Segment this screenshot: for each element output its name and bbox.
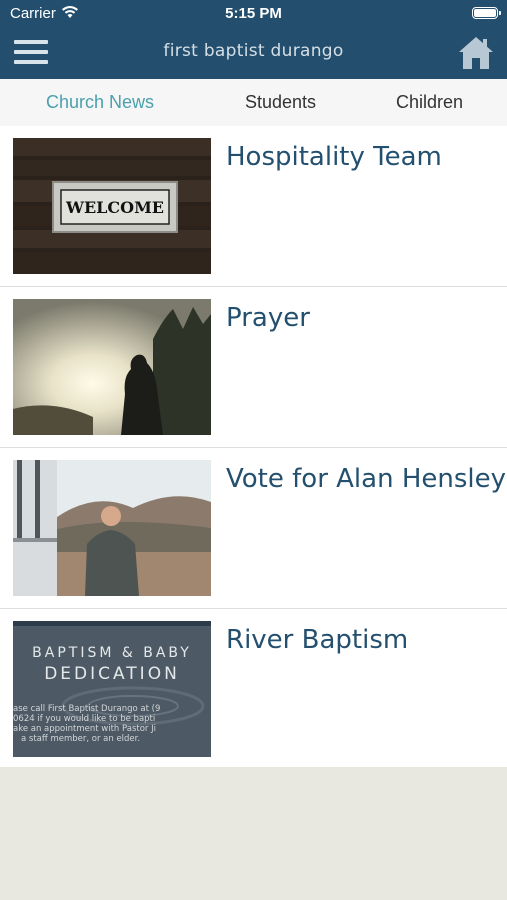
- home-icon[interactable]: [457, 34, 495, 72]
- baptism-flyer-image: BAPTISM & BABY DEDICATION ase call First…: [13, 621, 211, 757]
- tab-children[interactable]: Children: [396, 92, 463, 113]
- news-list: WELCOME Hospitality Team Prayer Vote for…: [0, 126, 507, 767]
- news-item-title: River Baptism: [226, 625, 409, 655]
- battery-icon: [472, 7, 501, 19]
- flyer-text-line: ase call First Baptist Durango at (9: [13, 704, 160, 714]
- news-item-title: Vote for Alan Hensley: [226, 464, 507, 494]
- news-item-title: Hospitality Team: [226, 142, 442, 172]
- welcome-sign-text: WELCOME: [65, 198, 164, 217]
- prayer-image: [13, 299, 211, 435]
- clock: 5:15 PM: [225, 5, 282, 22]
- tab-students[interactable]: Students: [245, 92, 316, 113]
- flyer-text-line: a staff member, or an elder.: [21, 734, 140, 744]
- flyer-text-line: 0624 if you would like to be bapti: [13, 714, 155, 724]
- tab-church-news[interactable]: Church News: [46, 92, 154, 113]
- candidate-photo-image: [13, 460, 211, 596]
- news-item-prayer[interactable]: Prayer: [0, 287, 507, 448]
- news-item-title: Prayer: [226, 303, 310, 333]
- news-item-vote-for-alan-hensley[interactable]: Vote for Alan Hensley: [0, 448, 507, 609]
- flyer-heading-line2: DEDICATION: [44, 664, 180, 684]
- nav-bar: first baptist durango: [0, 28, 507, 79]
- app-title: first baptist durango: [163, 41, 344, 61]
- status-bar: Carrier 5:15 PM: [0, 0, 507, 28]
- flyer-text-line: ake an appointment with Pastor Ji: [13, 724, 156, 734]
- welcome-sign-image: WELCOME: [13, 138, 211, 274]
- tab-bar: Church News Students Children: [0, 79, 507, 127]
- news-item-river-baptism[interactable]: BAPTISM & BABY DEDICATION ase call First…: [0, 609, 507, 767]
- flyer-heading-line1: BAPTISM & BABY: [32, 645, 192, 661]
- news-item-hospitality-team[interactable]: WELCOME Hospitality Team: [0, 126, 507, 287]
